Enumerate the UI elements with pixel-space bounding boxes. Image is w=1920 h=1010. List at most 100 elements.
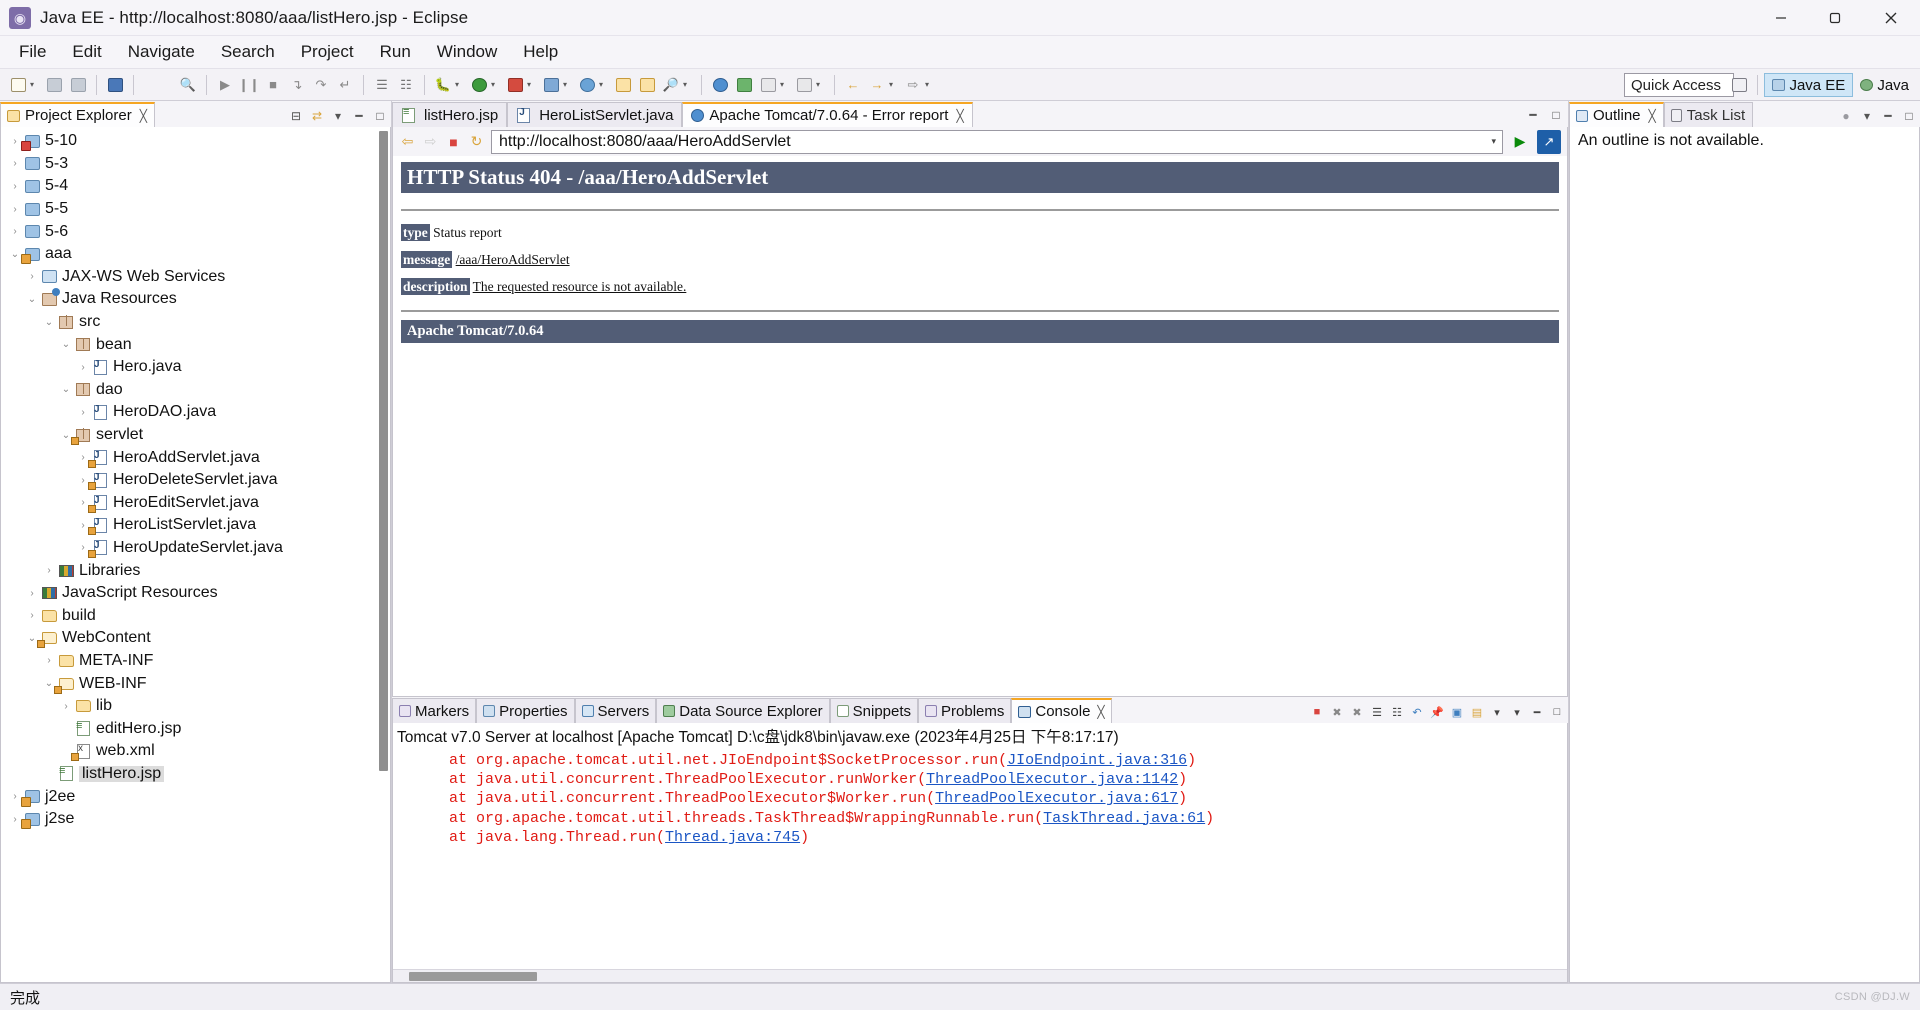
project-tree[interactable]: › 5-10 › 5-3 › 5-4 › 5-5 › 5-6 ⌄ aaa › JAX-WS Web Ser… [0, 127, 391, 983]
chevron-right-icon[interactable]: › [41, 565, 57, 576]
new-class-dropdown-icon[interactable]: ▾ [599, 80, 608, 89]
view-menu-icon[interactable]: ▾ [1509, 704, 1525, 720]
tab-task-list[interactable]: Task List [1663, 102, 1754, 127]
clear-console-icon[interactable]: ☰ [1369, 704, 1385, 720]
tree-item-herodao-java[interactable]: › HeroDAO.java [1, 401, 390, 424]
save-icon[interactable] [44, 75, 64, 95]
tab-outline[interactable]: Outline ╳ [1569, 102, 1664, 127]
perspective-java[interactable]: Java [1853, 73, 1916, 97]
tab-servers[interactable]: Servers [574, 698, 657, 723]
tree-item-5-3[interactable]: › 5-3 [1, 153, 390, 176]
maximize-button[interactable] [1808, 0, 1862, 36]
editor-tab-herolistservlet-java[interactable]: HeroListServlet.java [507, 102, 683, 127]
refresh-icon[interactable]: ↻ [468, 133, 485, 150]
chevron-right-icon[interactable]: › [24, 610, 40, 621]
menu-navigate[interactable]: Navigate [115, 40, 208, 64]
maximize-icon[interactable]: □ [1548, 107, 1564, 123]
tree-item-jax-ws-web-services[interactable]: › JAX-WS Web Services [1, 266, 390, 289]
chevron-down-icon[interactable]: ⌄ [41, 317, 57, 328]
search-icon[interactable]: 🔍 [178, 75, 198, 95]
menu-file[interactable]: File [6, 40, 59, 64]
maximize-icon[interactable]: □ [372, 108, 388, 124]
menu-run[interactable]: Run [367, 40, 424, 64]
remove-launch-icon[interactable]: ✖ [1329, 704, 1345, 720]
open-console-icon[interactable]: ▤ [1469, 704, 1485, 720]
run-external-tools-icon[interactable] [505, 75, 525, 95]
chevron-right-icon[interactable]: › [75, 362, 91, 373]
minimize-icon[interactable]: ━ [351, 108, 367, 124]
debug-suspend-icon[interactable]: ❙❙ [238, 75, 260, 95]
tree-item-j2ee[interactable]: › j2ee [1, 785, 390, 808]
close-icon[interactable]: ╳ [1649, 109, 1656, 123]
run-on-server-icon[interactable] [734, 75, 754, 95]
new-html-dropdown-icon[interactable]: ▾ [816, 80, 825, 89]
tree-item-edithero-jsp[interactable]: editHero.jsp [1, 717, 390, 740]
chevron-right-icon[interactable]: › [24, 588, 40, 599]
tree-item-heroupdateservlet-java[interactable]: ›HeroUpdateServlet.java [1, 537, 390, 560]
error-value-message[interactable]: /aaa/HeroAddServlet [456, 252, 570, 267]
tree-item-herodeleteservlet-java[interactable]: ›HeroDeleteServlet.java [1, 469, 390, 492]
search-reference-icon[interactable]: 🔎 [661, 75, 681, 95]
minimize-icon[interactable]: ━ [1880, 108, 1896, 124]
next-annotation-icon[interactable]: ☷ [396, 75, 416, 95]
word-wrap-icon[interactable]: ↶ [1409, 704, 1425, 720]
stack-frame-link[interactable]: JIoEndpoint.java:316 [1007, 752, 1187, 769]
tree-item-web-xml[interactable]: web.xml [1, 740, 390, 763]
run-launch-icon[interactable] [469, 75, 489, 95]
back-arrow-icon[interactable]: ⇦ [399, 133, 416, 150]
scroll-lock-icon[interactable]: ☷ [1389, 704, 1405, 720]
close-icon[interactable]: ╳ [956, 109, 963, 123]
focus-icon[interactable]: ● [1838, 108, 1854, 124]
chevron-right-icon[interactable]: › [7, 204, 23, 215]
tree-item-web-inf[interactable]: ⌄ WEB-INF [1, 672, 390, 695]
tab-data-source-explorer[interactable]: Data Source Explorer [656, 698, 830, 723]
menu-project[interactable]: Project [288, 40, 367, 64]
console-output-area[interactable]: Tomcat v7.0 Server at localhost [Apache … [392, 723, 1568, 983]
new-wizard-dropdown-icon[interactable]: ▾ [30, 80, 39, 89]
display-console-icon[interactable]: ▣ [1449, 704, 1465, 720]
link-with-editor-icon[interactable]: ⇄ [309, 108, 325, 124]
debug-dropdown-icon[interactable]: ▾ [455, 80, 464, 89]
tree-item-5-10[interactable]: › 5-10 [1, 130, 390, 153]
tree-item-meta-inf[interactable]: › META-INF [1, 650, 390, 673]
tab-markers[interactable]: Markers [392, 698, 477, 723]
tree-item-hero-java[interactable]: › Hero.java [1, 356, 390, 379]
chevron-right-icon[interactable]: › [24, 271, 40, 282]
close-icon[interactable]: ╳ [1097, 705, 1104, 719]
stack-frame-link[interactable]: TaskThread.java:61 [1043, 810, 1205, 827]
chevron-right-icon[interactable]: › [7, 226, 23, 237]
tree-item-src[interactable]: ⌄ src [1, 311, 390, 334]
stack-frame-link[interactable]: ThreadPoolExecutor.java:1142 [926, 771, 1178, 788]
tree-item-5-4[interactable]: › 5-4 [1, 175, 390, 198]
tree-item-heroaddservlet-java[interactable]: ›HeroAddServlet.java [1, 446, 390, 469]
perspective-java-ee[interactable]: Java EE [1764, 73, 1854, 97]
new-jsp-dropdown-icon[interactable]: ▾ [780, 80, 789, 89]
stack-frame-link[interactable]: Thread.java:745 [665, 829, 800, 846]
chevron-down-icon[interactable]: ▾ [1491, 136, 1498, 147]
step-return-icon[interactable]: ↵ [335, 75, 355, 95]
open-perspective-icon[interactable] [1727, 78, 1751, 92]
tree-item-lib[interactable]: › lib [1, 695, 390, 718]
stop-icon[interactable]: ■ [445, 133, 462, 150]
debug-resume-icon[interactable]: ▶ [215, 75, 235, 95]
new-server-dropdown-icon[interactable]: ▾ [563, 80, 572, 89]
scrollbar-thumb[interactable] [409, 972, 537, 981]
chevron-down-icon[interactable]: ⌄ [24, 294, 40, 305]
open-external-browser-button[interactable]: ↗ [1537, 129, 1561, 154]
search-dropdown-icon[interactable]: ▾ [683, 80, 692, 89]
tree-item-webcontent[interactable]: ⌄ WebContent [1, 627, 390, 650]
tab-snippets[interactable]: Snippets [829, 698, 919, 723]
web-browser-icon[interactable] [710, 75, 730, 95]
quick-access-input[interactable]: Quick Access [1624, 73, 1734, 97]
tab-problems[interactable]: Problems [918, 698, 1012, 723]
external-tools-dropdown-icon[interactable]: ▾ [527, 80, 536, 89]
step-over-icon[interactable]: ↷ [311, 75, 331, 95]
minimize-icon[interactable]: ━ [1525, 107, 1541, 123]
tree-item-aaa[interactable]: ⌄ aaa [1, 243, 390, 266]
tree-item-libraries[interactable]: › Libraries [1, 559, 390, 582]
collapse-all-icon[interactable]: ⊟ [288, 108, 304, 124]
tree-item-bean[interactable]: ⌄ bean [1, 333, 390, 356]
remove-all-icon[interactable]: ✖ [1349, 704, 1365, 720]
menu-search[interactable]: Search [208, 40, 288, 64]
tree-item-javascript-resources[interactable]: › JavaScript Resources [1, 582, 390, 605]
